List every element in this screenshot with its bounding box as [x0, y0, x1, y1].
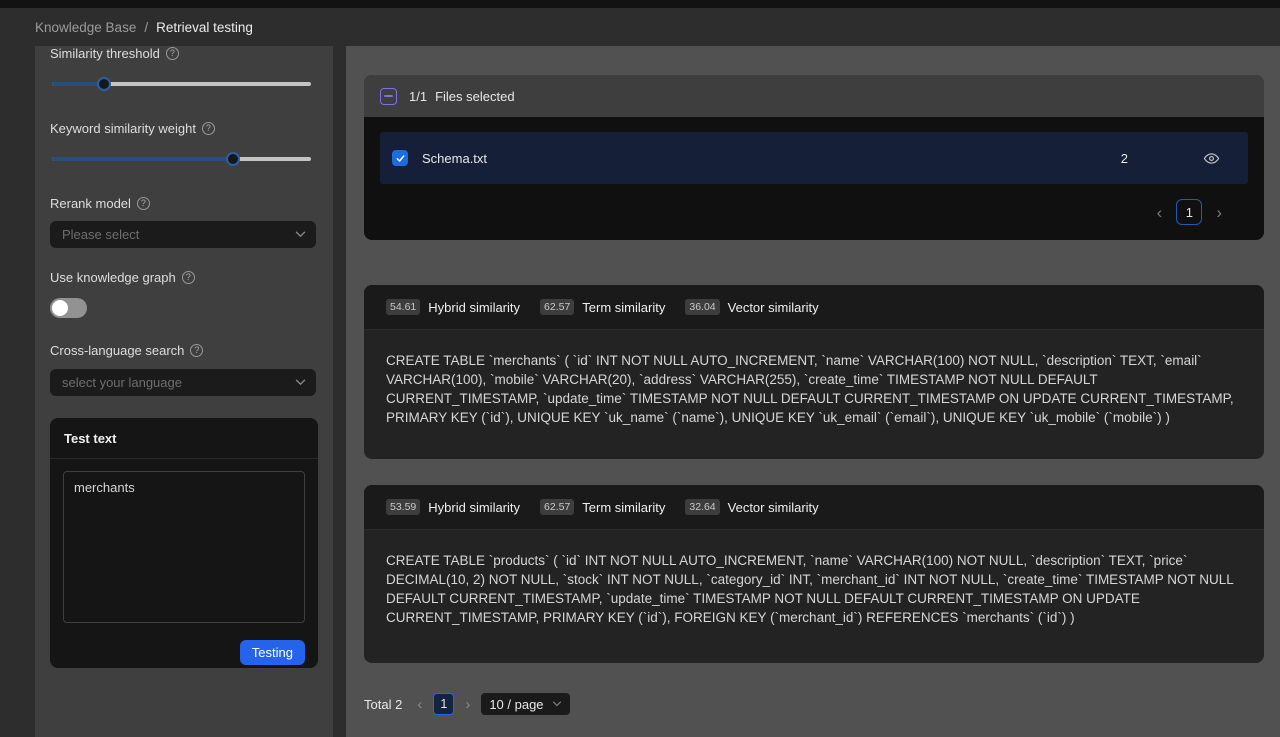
eye-icon[interactable] [1200, 147, 1222, 169]
term-score-badge: 62.57 [540, 299, 574, 315]
term-score-label: Term similarity [582, 500, 665, 515]
term-score-label: Term similarity [582, 300, 665, 315]
cross-language-label: Cross-language search ? [50, 343, 203, 358]
breadcrumb-retrieval-testing: Retrieval testing [156, 20, 253, 35]
test-text-header: Test text [50, 418, 318, 459]
slider-fill [52, 157, 233, 161]
help-icon[interactable]: ? [137, 197, 150, 210]
vector-score-label: Vector similarity [728, 300, 819, 315]
result-score-header: 53.59 Hybrid similarity 62.57 Term simil… [364, 485, 1264, 530]
prev-page-icon[interactable]: ‹ [417, 697, 422, 712]
check-icon [395, 153, 406, 164]
chevron-down-icon [295, 231, 306, 238]
keyword-weight-slider[interactable] [52, 151, 311, 167]
result-card: 54.61 Hybrid similarity 62.57 Term simil… [364, 285, 1264, 459]
minus-icon [384, 95, 393, 97]
result-score-header: 54.61 Hybrid similarity 62.57 Term simil… [364, 285, 1264, 330]
select-all-checkbox[interactable] [380, 88, 397, 105]
test-text-title: Test text [64, 431, 117, 446]
hit-count: 2 [1121, 151, 1128, 166]
hybrid-score-badge: 54.61 [386, 299, 420, 315]
vector-score-badge: 36.04 [685, 299, 719, 315]
hybrid-score-label: Hybrid similarity [428, 500, 520, 515]
use-knowledge-graph-label: Use knowledge graph ? [50, 270, 195, 285]
page-header: Knowledge Base / Retrieval testing [0, 8, 1280, 46]
help-icon[interactable]: ? [190, 344, 203, 357]
results-pagination: Total 2 ‹ 1 › 10 / page [364, 692, 570, 716]
use-knowledge-graph-toggle[interactable] [50, 298, 87, 318]
help-icon[interactable]: ? [182, 271, 195, 284]
result-card: 53.59 Hybrid similarity 62.57 Term simil… [364, 485, 1264, 663]
rerank-model-label: Rerank model ? [50, 196, 150, 211]
files-pagination: ‹ 1 › [1157, 199, 1222, 225]
total-count: Total 2 [364, 697, 402, 712]
files-selected-count: 1/1 [409, 89, 427, 104]
page-size-select[interactable]: 10 / page [481, 693, 569, 715]
next-page-icon[interactable]: › [465, 697, 470, 712]
files-selected-label: Files selected [435, 89, 514, 104]
hybrid-score-badge: 53.59 [386, 499, 420, 515]
chunk-content: CREATE TABLE `products` ( `id` INT NOT N… [364, 530, 1264, 627]
breadcrumb-separator: / [144, 20, 148, 35]
help-icon[interactable]: ? [202, 122, 215, 135]
similarity-threshold-label: Similarity threshold ? [50, 46, 179, 61]
test-text-input[interactable]: merchants [63, 471, 305, 623]
cross-language-select[interactable]: select your language [50, 369, 316, 396]
help-icon[interactable]: ? [166, 47, 179, 60]
chevron-down-icon [552, 701, 562, 707]
page-number-button[interactable]: 1 [1176, 199, 1202, 225]
rerank-model-select[interactable]: Please select [50, 221, 316, 248]
retrieval-results-panel: 1/1 Files selected Schema.txt 2 ‹ 1 › 54… [346, 46, 1280, 737]
prev-page-icon[interactable]: ‹ [1157, 204, 1163, 221]
next-page-icon[interactable]: › [1216, 204, 1222, 221]
retrieval-settings-sidebar: Similarity threshold ? Keyword similarit… [35, 46, 333, 737]
slider-handle[interactable] [97, 77, 111, 91]
chevron-down-icon [295, 379, 306, 386]
page-number-button[interactable]: 1 [433, 693, 454, 715]
file-checkbox[interactable] [392, 150, 408, 166]
file-row-schema[interactable]: Schema.txt 2 [380, 132, 1248, 184]
keyword-weight-label: Keyword similarity weight ? [50, 121, 215, 136]
files-card: 1/1 Files selected Schema.txt 2 ‹ 1 › [364, 75, 1264, 240]
toggle-knob [52, 300, 68, 316]
vector-score-label: Vector similarity [728, 500, 819, 515]
window-top-strip [0, 0, 1280, 8]
test-text-card: Test text merchants Testing [50, 418, 318, 668]
slider-handle[interactable] [226, 152, 240, 166]
term-score-badge: 62.57 [540, 499, 574, 515]
files-card-header: 1/1 Files selected [364, 75, 1264, 117]
page-size-value: 10 / page [489, 697, 543, 712]
vector-score-badge: 32.64 [685, 499, 719, 515]
chunk-content: CREATE TABLE `merchants` ( `id` INT NOT … [364, 330, 1264, 427]
testing-button[interactable]: Testing [240, 640, 305, 665]
breadcrumb-knowledge-base[interactable]: Knowledge Base [35, 20, 136, 35]
hybrid-score-label: Hybrid similarity [428, 300, 520, 315]
file-name: Schema.txt [422, 151, 1121, 166]
similarity-threshold-slider[interactable] [52, 76, 311, 92]
